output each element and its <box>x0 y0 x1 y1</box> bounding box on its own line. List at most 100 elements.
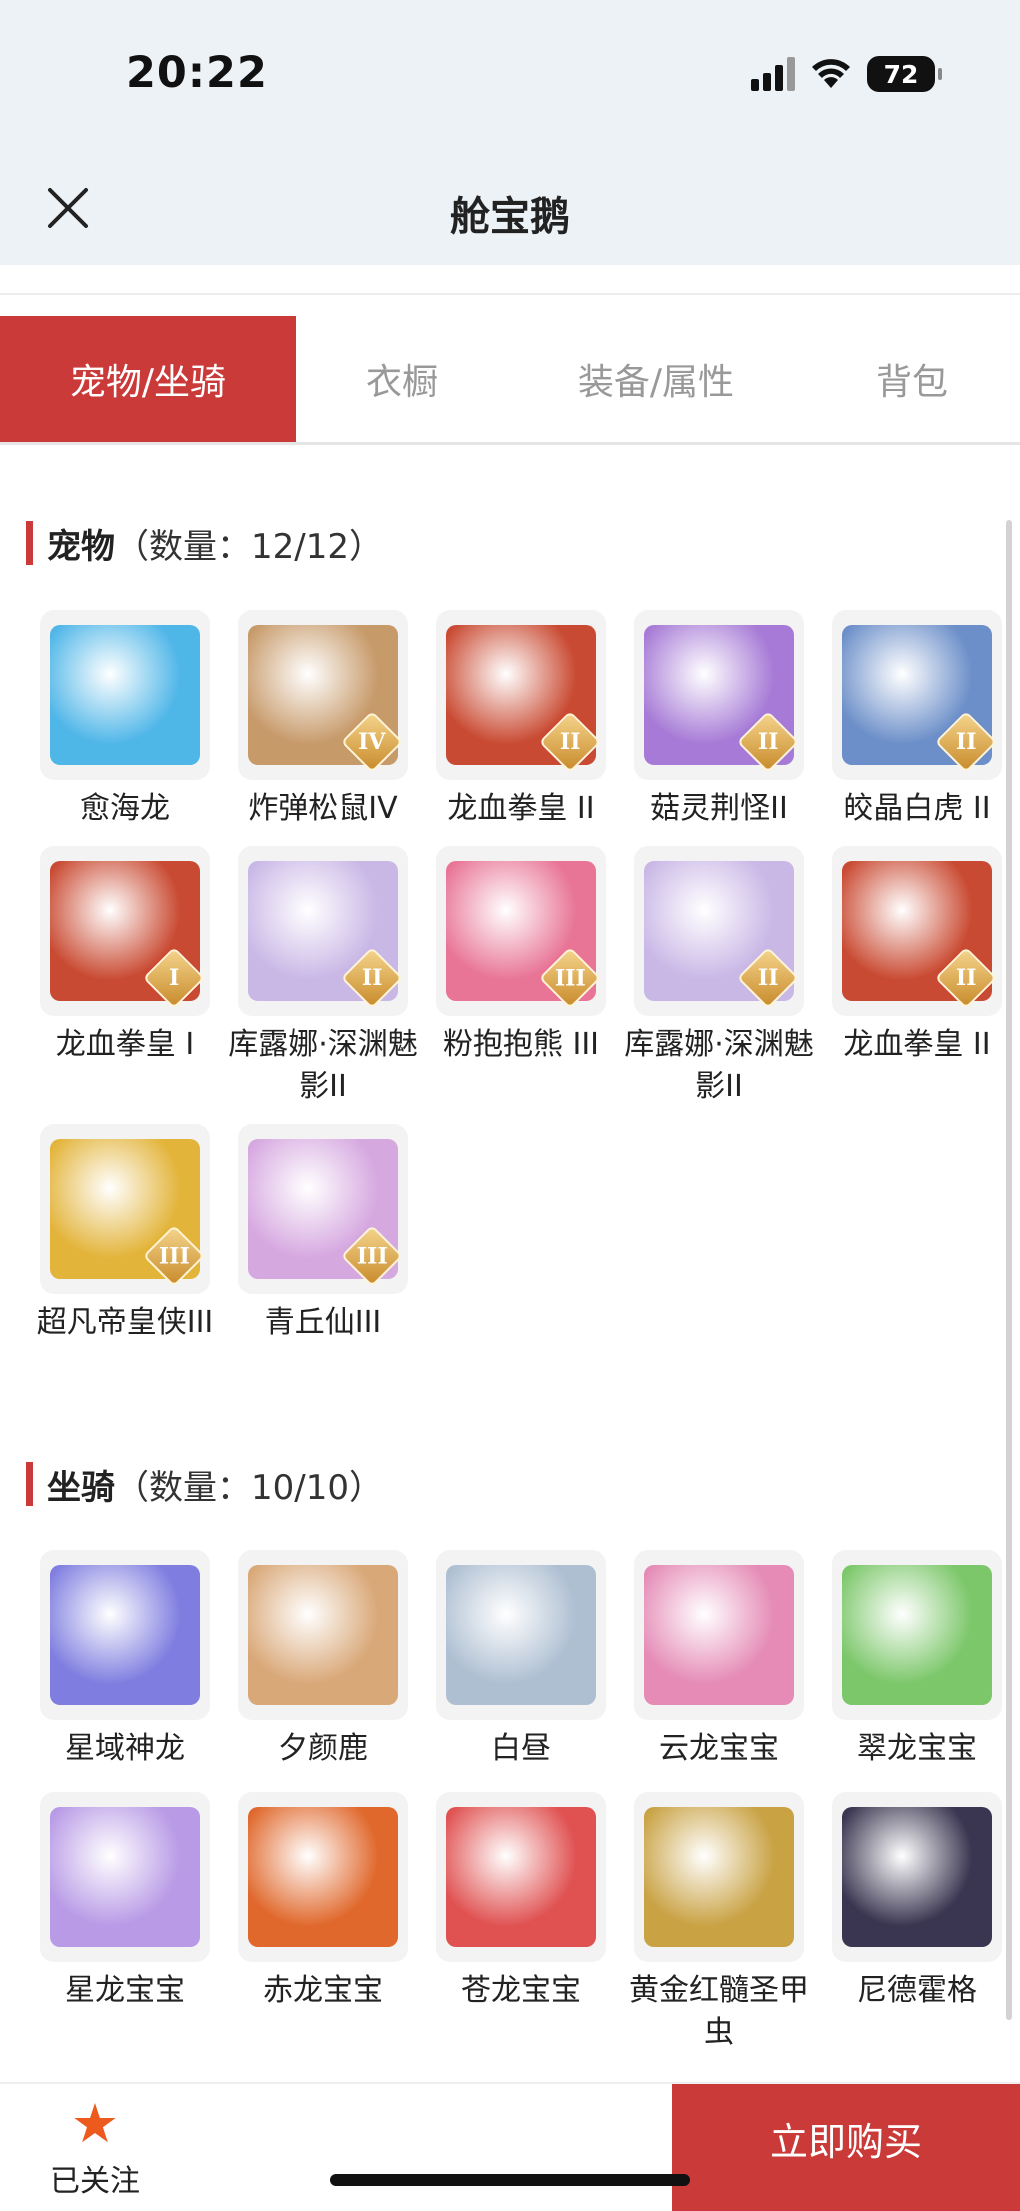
item-label: 星域神龙 <box>65 1731 185 1766</box>
grid-item[interactable]: 苍龙宝宝 <box>422 1792 620 2054</box>
item-label: 炸弹松鼠IV <box>248 791 398 826</box>
item-thumbnail[interactable]: I <box>40 846 210 1016</box>
grid-item[interactable]: 尼德霍格 <box>818 1792 1016 2054</box>
item-thumbnail[interactable]: II <box>634 610 804 780</box>
bottom-action-bar: ★ 已关注 立即购买 <box>0 2082 1020 2211</box>
item-label: 尼德霍格 <box>857 1973 977 2008</box>
item-label: 库露娜·深渊魅影II <box>228 1027 418 1104</box>
grid-item[interactable]: II 龙血拳皇 II <box>422 610 620 830</box>
grid-item[interactable]: III 超凡帝皇侠III <box>26 1124 224 1344</box>
item-thumbnail[interactable]: II <box>634 846 804 1016</box>
grid-item[interactable]: IV 炸弹松鼠IV <box>224 610 422 830</box>
item-thumbnail[interactable]: III <box>436 846 606 1016</box>
buy-now-button[interactable]: 立即购买 <box>672 2084 1020 2211</box>
item-thumbnail[interactable] <box>832 1792 1002 1962</box>
grid-item[interactable]: 星龙宝宝 <box>26 1792 224 2054</box>
item-label: 云龙宝宝 <box>659 1731 779 1766</box>
home-indicator <box>330 2174 690 2186</box>
star-baby-dragon-icon <box>50 1807 200 1947</box>
tab-wardrobe[interactable]: 衣橱 <box>296 316 508 442</box>
follow-button[interactable]: ★ 已关注 <box>30 2094 160 2200</box>
item-label: 龙血拳皇 II <box>843 1027 991 1062</box>
grid-item[interactable]: III 粉抱抱熊 III <box>422 846 620 1108</box>
mounts-section-title: 坐骑 <box>47 1467 115 1508</box>
grid-item[interactable]: I 龙血拳皇 I <box>26 846 224 1108</box>
header-area: 20:22 72 舱宝鹅 <box>0 0 1020 265</box>
pets-section-header: 宠物 （数量：12/12） <box>26 518 383 568</box>
item-thumbnail[interactable]: II <box>238 846 408 1016</box>
grid-item[interactable]: 赤龙宝宝 <box>224 1792 422 2054</box>
item-label: 苍龙宝宝 <box>461 1973 581 2008</box>
grid-item[interactable]: 愈海龙 <box>26 610 224 830</box>
grid-item[interactable]: 黄金红髓圣甲虫 <box>620 1792 818 2054</box>
grid-item[interactable]: II 库露娜·深渊魅影II <box>620 846 818 1108</box>
grid-item[interactable]: 云龙宝宝 <box>620 1550 818 1770</box>
item-label: 库露娜·深渊魅影II <box>624 1027 814 1104</box>
item-label: 黄金红髓圣甲虫 <box>629 1973 809 2050</box>
cellular-signal-icon <box>751 57 795 91</box>
item-thumbnail[interactable] <box>40 1550 210 1720</box>
tier-badge-label: II <box>757 729 779 755</box>
item-thumbnail[interactable]: II <box>436 610 606 780</box>
mounts-section-count: （数量：10/10） <box>115 1467 383 1508</box>
battery-icon: 72 <box>867 56 942 92</box>
grid-item[interactable]: 星域神龙 <box>26 1550 224 1770</box>
pets-section-count: （数量：12/12） <box>115 526 383 567</box>
item-thumbnail[interactable]: III <box>40 1124 210 1294</box>
grid-item[interactable]: 翠龙宝宝 <box>818 1550 1016 1770</box>
item-thumbnail[interactable] <box>832 1550 1002 1720</box>
grid-item[interactable]: III 青丘仙III <box>224 1124 422 1344</box>
pets-grid: 愈海龙 IV 炸弹松鼠IV II 龙血拳皇 II II 菇灵荆怪II II 皎晶白虎 II I 龙血… <box>26 610 1002 1344</box>
item-label: 愈海龙 <box>80 791 170 826</box>
mounts-section-header: 坐骑 （数量：10/10） <box>26 1459 383 1509</box>
cloud-dragon-icon <box>644 1565 794 1705</box>
grid-item[interactable]: 夕颜鹿 <box>224 1550 422 1770</box>
scrollbar[interactable] <box>1006 520 1012 2020</box>
item-label: 赤龙宝宝 <box>263 1973 383 2008</box>
item-label: 龙血拳皇 I <box>55 1027 195 1062</box>
tier-badge-label: II <box>955 965 977 991</box>
item-thumbnail[interactable] <box>238 1550 408 1720</box>
grid-item[interactable]: II 库露娜·深渊魅影II <box>224 846 422 1108</box>
battery-level: 72 <box>883 59 919 89</box>
item-label: 青丘仙III <box>264 1305 382 1340</box>
status-time: 20:22 <box>126 48 268 98</box>
tab-bar: 宠物/坐骑 衣橱 装备/属性 背包 <box>0 316 1020 445</box>
tier-badge-label: III <box>158 1243 190 1269</box>
item-thumbnail[interactable]: IV <box>238 610 408 780</box>
item-thumbnail[interactable] <box>40 1792 210 1962</box>
item-thumbnail[interactable] <box>634 1792 804 1962</box>
item-thumbnail[interactable] <box>238 1792 408 1962</box>
item-label: 粉抱抱熊 III <box>442 1027 600 1062</box>
item-thumbnail[interactable]: III <box>238 1124 408 1294</box>
mounts-grid: 星域神龙 夕颜鹿 白昼 云龙宝宝 翠龙宝宝星龙宝宝 赤龙宝宝 苍龙宝宝 黄金红髓圣甲虫 尼德霍格 <box>26 1550 1002 2054</box>
wifi-icon <box>812 59 850 88</box>
tier-badge-label: II <box>559 729 581 755</box>
tab-backpack[interactable]: 背包 <box>804 316 1020 442</box>
tab-pets-mounts[interactable]: 宠物/坐骑 <box>0 316 296 442</box>
content-area[interactable]: 宠物 （数量：12/12） 愈海龙 IV 炸弹松鼠IV II 龙血拳皇 II II 菇灵荆怪… <box>0 448 1020 2083</box>
item-label: 翠龙宝宝 <box>857 1731 977 1766</box>
section-marker <box>26 521 33 565</box>
tier-badge-label: II <box>757 965 779 991</box>
star-dragon-icon <box>50 1565 200 1705</box>
item-thumbnail[interactable] <box>634 1550 804 1720</box>
section-marker <box>26 1462 33 1506</box>
page-title: 舱宝鹅 <box>450 194 570 240</box>
pets-section-title: 宠物 <box>47 526 115 567</box>
follow-label: 已关注 <box>50 2164 140 2199</box>
dark-dragon-icon <box>842 1807 992 1947</box>
grid-item[interactable]: II 皎晶白虎 II <box>818 610 1016 830</box>
grid-item[interactable]: II 龙血拳皇 II <box>818 846 1016 1108</box>
item-thumbnail[interactable] <box>40 610 210 780</box>
item-thumbnail[interactable] <box>436 1550 606 1720</box>
blue-baby-dragon-icon <box>446 1807 596 1947</box>
tab-equipment-attributes[interactable]: 装备/属性 <box>508 316 804 442</box>
item-thumbnail[interactable] <box>436 1792 606 1962</box>
grid-item[interactable]: 白昼 <box>422 1550 620 1770</box>
item-thumbnail[interactable]: II <box>832 610 1002 780</box>
item-label: 龙血拳皇 II <box>447 791 595 826</box>
water-dragon-icon <box>50 625 200 765</box>
item-thumbnail[interactable]: II <box>832 846 1002 1016</box>
grid-item[interactable]: II 菇灵荆怪II <box>620 610 818 830</box>
